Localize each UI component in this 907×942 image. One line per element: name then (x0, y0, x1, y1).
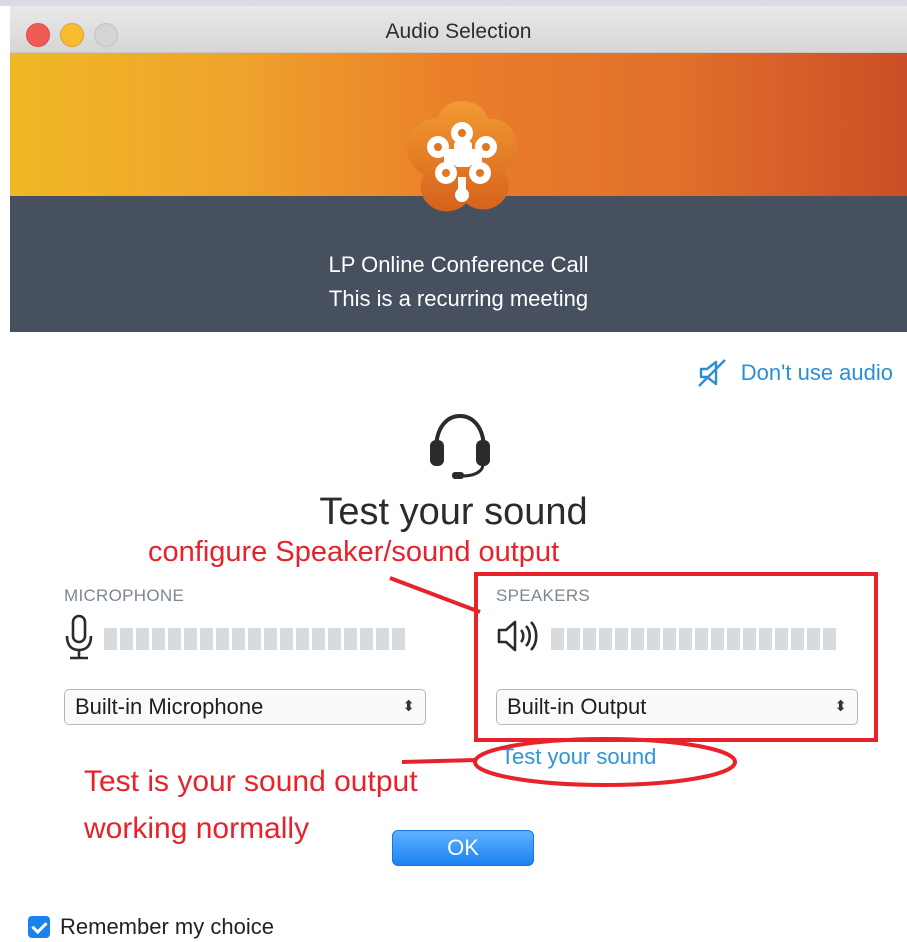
speakers-select-value: Built-in Output (507, 694, 647, 719)
microphone-select[interactable]: Built-in Microphone ⬍ (64, 689, 426, 725)
gotomeeting-logo-icon (406, 101, 518, 212)
microphone-icon (65, 614, 93, 660)
remember-choice-label: Remember my choice (60, 914, 274, 939)
speaker-level-meter (551, 628, 836, 650)
meeting-name: LP Online Conference Call (328, 252, 589, 277)
speakers-select[interactable]: Built-in Output ⬍ (496, 689, 858, 725)
select-arrows-icon: ⬍ (402, 698, 415, 715)
annotation-test-note-line1: Test is your sound output (84, 765, 418, 798)
test-sound-link[interactable]: Test your sound (501, 744, 656, 770)
annotation-pointer-line (389, 576, 481, 614)
annotation-speaker-note: configure Speaker/sound output (148, 536, 560, 568)
annotation-test-line (401, 758, 477, 764)
speaker-muted-icon (697, 359, 726, 387)
speakers-label: SPEAKERS (496, 586, 591, 605)
dont-use-audio-link[interactable]: Don't use audio (697, 358, 893, 388)
window-title: Audio Selection (385, 20, 532, 43)
dont-use-audio-label: Don't use audio (740, 360, 893, 385)
remember-choice-row[interactable]: Remember my choice (28, 914, 274, 940)
remember-choice-checkbox[interactable] (28, 916, 50, 938)
microphone-select-value: Built-in Microphone (75, 694, 264, 719)
ok-button[interactable]: OK (392, 830, 534, 866)
title-bar: Audio Selection (10, 6, 907, 53)
speaker-icon (497, 620, 538, 652)
annotation-test-note-line2: working normally (84, 812, 310, 845)
microphone-level-meter (104, 628, 405, 650)
test-sound-heading: Test your sound (319, 491, 588, 533)
headset-icon (430, 413, 490, 479)
microphone-label: MICROPHONE (64, 586, 185, 605)
meeting-subtitle: This is a recurring meeting (328, 286, 589, 311)
select-arrows-icon: ⬍ (834, 698, 847, 715)
